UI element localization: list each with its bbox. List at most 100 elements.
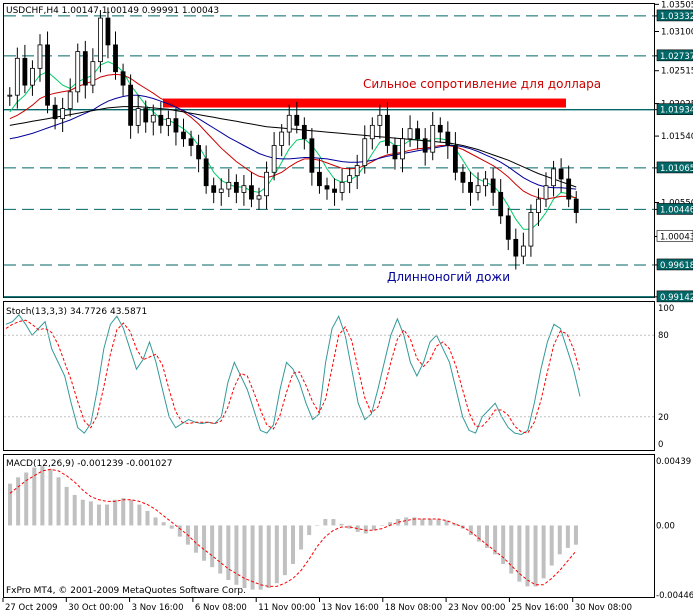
footer-copyright: FxPro MT4, © 2001-2009 MetaQuotes Softwa… (6, 586, 246, 596)
macd-bar (331, 519, 336, 526)
svg-text:23 Nov 00:00: 23 Nov 00:00 (448, 603, 505, 613)
macd-bar (202, 525, 207, 561)
macd-bar (193, 525, 198, 553)
price-tick: 1.00446 (655, 203, 693, 215)
macd-bar (291, 525, 295, 564)
macd-bar (64, 486, 69, 526)
svg-text:0.99618: 0.99618 (660, 261, 693, 271)
macd-bar (250, 525, 255, 590)
svg-text:1.01540: 1.01540 (661, 132, 693, 142)
price-pane-title: USDCHF,H4 1.00147 1.00149 0.99991 1.0004… (6, 6, 219, 16)
svg-text:11 Nov 00:00: 11 Nov 00:00 (258, 603, 315, 613)
svg-text:25 Nov 16:00: 25 Nov 16:00 (511, 603, 568, 613)
macd-bar (307, 525, 312, 536)
macd-bar (56, 477, 61, 526)
macd-bar (323, 519, 328, 526)
price-tick: 1.02515 (655, 67, 693, 77)
macd-bar (565, 525, 570, 548)
macd-bar (379, 525, 384, 526)
stoch-tick: 0 (658, 440, 663, 450)
svg-text:30 Nov 08:00: 30 Nov 08:00 (575, 603, 632, 613)
macd-bar (129, 499, 134, 526)
svg-text:1.01065: 1.01065 (660, 164, 693, 174)
macd-bar (525, 525, 530, 587)
macd-pane-title: MACD(12,26,9) -0.001239 -0.001027 (6, 459, 172, 469)
macd-bar (16, 477, 21, 526)
macd-bar (210, 525, 215, 568)
macd-tick: 0.00439 (656, 457, 691, 467)
stoch-tick: 20 (658, 413, 669, 423)
macd-bar (299, 525, 304, 550)
macd-bar (8, 483, 13, 526)
doji-annotation: Длинноногий дожи (387, 270, 510, 284)
macd-bar (88, 501, 93, 526)
price-tick: 1.01934 (655, 103, 693, 116)
macd-bar (266, 525, 271, 589)
price-tick: 1.03505 (655, 0, 693, 10)
resistance-annotation: Сильное сопротивление для доллара (363, 77, 601, 91)
macd-bar (161, 522, 166, 526)
macd-bar (153, 517, 158, 526)
macd-bar (428, 519, 433, 526)
macd-bar (436, 519, 441, 526)
macd-bar (517, 525, 522, 582)
macd-bar (234, 525, 239, 585)
stoch-tick: 100 (658, 304, 674, 314)
macd-bar (48, 469, 53, 526)
macd-tick: -0.00446 (656, 591, 693, 601)
macd-bar (557, 525, 562, 555)
price-tick: 1.00043 (655, 230, 693, 242)
macd-bar (96, 504, 101, 526)
macd-bar (105, 504, 110, 526)
svg-text:1.00043: 1.00043 (660, 232, 693, 242)
svg-text:1.03505: 1.03505 (661, 0, 693, 10)
macd-bar (549, 525, 554, 566)
macd-bar (226, 525, 231, 580)
svg-text:1.00446: 1.00446 (660, 205, 693, 215)
macd-bar (137, 504, 142, 526)
resistance-zone (163, 98, 566, 108)
price-tick: 1.02737 (655, 49, 693, 62)
price-tick: 1.03100 (655, 27, 693, 37)
macd-bar (177, 525, 182, 537)
macd-bar (40, 466, 45, 526)
svg-text:30 Oct 00:00: 30 Oct 00:00 (68, 603, 123, 613)
macd-bar (363, 525, 368, 534)
svg-text:0.99142: 0.99142 (660, 293, 693, 303)
price-tick: 1.01065 (655, 161, 693, 174)
macd-bar (169, 525, 174, 529)
svg-text:1.01934: 1.01934 (660, 106, 693, 116)
macd-bar (72, 494, 77, 526)
price-tick: 0.99618 (655, 258, 693, 271)
svg-text:27 Oct 2009: 27 Oct 2009 (5, 603, 58, 613)
svg-text:6 Nov 08:00: 6 Nov 08:00 (195, 603, 247, 613)
price-tick: 1.03332 (655, 9, 693, 22)
svg-text:1.02737: 1.02737 (660, 52, 693, 62)
svg-text:3 Nov 16:00: 3 Nov 16:00 (132, 603, 184, 613)
macd-bar (339, 523, 344, 526)
macd-bar (282, 525, 287, 576)
price-tick: 1.01540 (655, 132, 693, 142)
svg-text:1.03100: 1.03100 (661, 27, 693, 37)
macd-bar (420, 519, 425, 526)
macd-bar (274, 525, 279, 584)
stoch-tick: 80 (658, 331, 669, 341)
svg-text:18 Nov 08:00: 18 Nov 08:00 (385, 603, 442, 613)
macd-bar (541, 525, 546, 579)
macd-bar (533, 525, 538, 587)
chart-canvas: 1.035051.033321.031001.027371.025151.020… (0, 0, 693, 614)
macd-bar (113, 499, 118, 526)
macd-bar (145, 510, 150, 526)
macd-bar (121, 498, 126, 526)
macd-bar (80, 499, 85, 526)
svg-text:1.02515: 1.02515 (661, 67, 693, 77)
price-tick: 0.99142 (655, 290, 693, 303)
macd-bar (315, 525, 320, 526)
macd-bar (573, 525, 578, 545)
macd-bar (493, 525, 498, 555)
macd-bar (258, 525, 263, 590)
macd-bar (32, 467, 37, 526)
svg-text:1.03332: 1.03332 (660, 12, 693, 22)
macd-bar (404, 517, 409, 526)
svg-text:13 Nov 16:00: 13 Nov 16:00 (322, 603, 379, 613)
